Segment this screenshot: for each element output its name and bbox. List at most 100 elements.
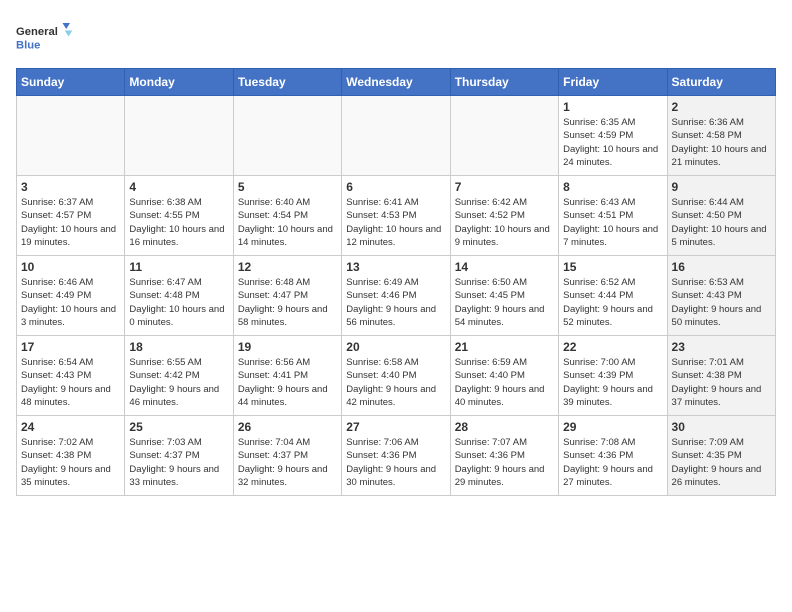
day-header-friday: Friday xyxy=(559,69,667,96)
day-number: 17 xyxy=(21,340,120,354)
day-number: 7 xyxy=(455,180,554,194)
calendar-cell: 19Sunrise: 6:56 AM Sunset: 4:41 PM Dayli… xyxy=(233,336,341,416)
day-number: 23 xyxy=(672,340,771,354)
calendar-cell xyxy=(17,96,125,176)
header: General Blue xyxy=(16,16,776,60)
calendar-cell: 18Sunrise: 6:55 AM Sunset: 4:42 PM Dayli… xyxy=(125,336,233,416)
day-info: Sunrise: 6:49 AM Sunset: 4:46 PM Dayligh… xyxy=(346,276,445,329)
day-number: 27 xyxy=(346,420,445,434)
day-info: Sunrise: 7:09 AM Sunset: 4:35 PM Dayligh… xyxy=(672,436,771,489)
day-number: 8 xyxy=(563,180,662,194)
calendar-week-row: 10 Sunrise: 6:46 AM Sunset: 4:49 PM Dayli… xyxy=(17,256,776,336)
day-number: 19 xyxy=(238,340,337,354)
calendar-cell: 21 Sunrise: 6:59 AM Sunset: 4:40 PM Dayli… xyxy=(450,336,558,416)
calendar-cell: 17 Sunrise: 6:54 AM Sunset: 4:43 PM Dayli… xyxy=(17,336,125,416)
day-info: Sunrise: 7:04 AM Sunset: 4:37 PM Dayligh… xyxy=(238,436,337,489)
calendar-cell: 24 Sunrise: 7:02 AM Sunset: 4:38 PM Dayli… xyxy=(17,416,125,496)
calendar-cell: 4Sunrise: 6:38 AM Sunset: 4:55 PM Daylig… xyxy=(125,176,233,256)
calendar-header-row: SundayMondayTuesdayWednesdayThursdayFrid… xyxy=(17,69,776,96)
day-info: Sunrise: 7:06 AM Sunset: 4:36 PM Dayligh… xyxy=(346,436,445,489)
day-number: 26 xyxy=(238,420,337,434)
calendar-cell: 20Sunrise: 6:58 AM Sunset: 4:40 PM Dayli… xyxy=(342,336,450,416)
calendar-cell: 28 Sunrise: 7:07 AM Sunset: 4:36 PM Dayli… xyxy=(450,416,558,496)
day-info: Sunrise: 6:52 AM Sunset: 4:44 PM Dayligh… xyxy=(563,276,662,329)
calendar-cell: 1 Sunrise: 6:35 AM Sunset: 4:59 PM Daylig… xyxy=(559,96,667,176)
day-info: Sunrise: 7:03 AM Sunset: 4:37 PM Dayligh… xyxy=(129,436,228,489)
day-number: 1 xyxy=(563,100,662,114)
day-number: 10 xyxy=(21,260,120,274)
calendar-cell: 22 Sunrise: 7:00 AM Sunset: 4:39 PM Dayli… xyxy=(559,336,667,416)
calendar-cell: 29Sunrise: 7:08 AM Sunset: 4:36 PM Dayli… xyxy=(559,416,667,496)
calendar-cell: 9 Sunrise: 6:44 AM Sunset: 4:50 PM Daylig… xyxy=(667,176,775,256)
calendar-week-row: 3 Sunrise: 6:37 AM Sunset: 4:57 PM Daylig… xyxy=(17,176,776,256)
day-info: Sunrise: 7:00 AM Sunset: 4:39 PM Dayligh… xyxy=(563,356,662,409)
day-info: Sunrise: 7:02 AM Sunset: 4:38 PM Dayligh… xyxy=(21,436,120,489)
day-info: Sunrise: 6:41 AM Sunset: 4:53 PM Dayligh… xyxy=(346,196,445,249)
day-number: 21 xyxy=(455,340,554,354)
day-info: Sunrise: 6:50 AM Sunset: 4:45 PM Dayligh… xyxy=(455,276,554,329)
calendar-cell: 26 Sunrise: 7:04 AM Sunset: 4:37 PM Dayli… xyxy=(233,416,341,496)
calendar-week-row: 17 Sunrise: 6:54 AM Sunset: 4:43 PM Dayli… xyxy=(17,336,776,416)
day-info: Sunrise: 6:54 AM Sunset: 4:43 PM Dayligh… xyxy=(21,356,120,409)
day-number: 12 xyxy=(238,260,337,274)
day-number: 9 xyxy=(672,180,771,194)
calendar-cell xyxy=(233,96,341,176)
day-info: Sunrise: 6:47 AM Sunset: 4:48 PM Dayligh… xyxy=(129,276,228,329)
day-info: Sunrise: 7:08 AM Sunset: 4:36 PM Dayligh… xyxy=(563,436,662,489)
day-number: 28 xyxy=(455,420,554,434)
calendar-week-row: 1 Sunrise: 6:35 AM Sunset: 4:59 PM Daylig… xyxy=(17,96,776,176)
calendar-cell: 2 Sunrise: 6:36 AM Sunset: 4:58 PM Daylig… xyxy=(667,96,775,176)
calendar-cell: 3 Sunrise: 6:37 AM Sunset: 4:57 PM Daylig… xyxy=(17,176,125,256)
day-number: 2 xyxy=(672,100,771,114)
calendar-cell: 7 Sunrise: 6:42 AM Sunset: 4:52 PM Daylig… xyxy=(450,176,558,256)
day-number: 11 xyxy=(129,260,228,274)
logo: General Blue xyxy=(16,16,76,60)
calendar-cell: 13 Sunrise: 6:49 AM Sunset: 4:46 PM Dayli… xyxy=(342,256,450,336)
day-number: 14 xyxy=(455,260,554,274)
calendar-cell: 30Sunrise: 7:09 AM Sunset: 4:35 PM Dayli… xyxy=(667,416,775,496)
calendar-cell: 16Sunrise: 6:53 AM Sunset: 4:43 PM Dayli… xyxy=(667,256,775,336)
day-header-sunday: Sunday xyxy=(17,69,125,96)
calendar-cell: 6 Sunrise: 6:41 AM Sunset: 4:53 PM Daylig… xyxy=(342,176,450,256)
day-info: Sunrise: 6:43 AM Sunset: 4:51 PM Dayligh… xyxy=(563,196,662,249)
calendar-cell: 5 Sunrise: 6:40 AM Sunset: 4:54 PM Daylig… xyxy=(233,176,341,256)
day-info: Sunrise: 6:36 AM Sunset: 4:58 PM Dayligh… xyxy=(672,116,771,169)
day-number: 5 xyxy=(238,180,337,194)
calendar-cell: 27 Sunrise: 7:06 AM Sunset: 4:36 PM Dayli… xyxy=(342,416,450,496)
day-number: 13 xyxy=(346,260,445,274)
calendar-cell: 14 Sunrise: 6:50 AM Sunset: 4:45 PM Dayli… xyxy=(450,256,558,336)
calendar-cell xyxy=(450,96,558,176)
calendar-cell: 15 Sunrise: 6:52 AM Sunset: 4:44 PM Dayli… xyxy=(559,256,667,336)
day-info: Sunrise: 7:07 AM Sunset: 4:36 PM Dayligh… xyxy=(455,436,554,489)
calendar-cell: 23 Sunrise: 7:01 AM Sunset: 4:38 PM Dayli… xyxy=(667,336,775,416)
calendar-cell: 11 Sunrise: 6:47 AM Sunset: 4:48 PM Dayli… xyxy=(125,256,233,336)
day-number: 3 xyxy=(21,180,120,194)
calendar-table: SundayMondayTuesdayWednesdayThursdayFrid… xyxy=(16,68,776,496)
svg-text:General: General xyxy=(16,26,58,38)
day-info: Sunrise: 6:42 AM Sunset: 4:52 PM Dayligh… xyxy=(455,196,554,249)
day-number: 22 xyxy=(563,340,662,354)
day-info: Sunrise: 6:40 AM Sunset: 4:54 PM Dayligh… xyxy=(238,196,337,249)
day-number: 15 xyxy=(563,260,662,274)
day-number: 25 xyxy=(129,420,228,434)
logo-svg: General Blue xyxy=(16,16,76,60)
day-number: 20 xyxy=(346,340,445,354)
day-header-thursday: Thursday xyxy=(450,69,558,96)
calendar-cell: 8 Sunrise: 6:43 AM Sunset: 4:51 PM Daylig… xyxy=(559,176,667,256)
calendar-cell: 25 Sunrise: 7:03 AM Sunset: 4:37 PM Dayli… xyxy=(125,416,233,496)
day-info: Sunrise: 6:44 AM Sunset: 4:50 PM Dayligh… xyxy=(672,196,771,249)
svg-text:Blue: Blue xyxy=(16,40,40,52)
calendar-cell: 12 Sunrise: 6:48 AM Sunset: 4:47 PM Dayli… xyxy=(233,256,341,336)
day-info: Sunrise: 6:37 AM Sunset: 4:57 PM Dayligh… xyxy=(21,196,120,249)
day-info: Sunrise: 6:35 AM Sunset: 4:59 PM Dayligh… xyxy=(563,116,662,169)
day-number: 6 xyxy=(346,180,445,194)
day-info: Sunrise: 6:46 AM Sunset: 4:49 PM Dayligh… xyxy=(21,276,120,329)
day-header-tuesday: Tuesday xyxy=(233,69,341,96)
calendar-cell: 10 Sunrise: 6:46 AM Sunset: 4:49 PM Dayli… xyxy=(17,256,125,336)
calendar-week-row: 24 Sunrise: 7:02 AM Sunset: 4:38 PM Dayli… xyxy=(17,416,776,496)
day-info: Sunrise: 6:55 AM Sunset: 4:42 PM Dayligh… xyxy=(129,356,228,409)
day-info: Sunrise: 6:48 AM Sunset: 4:47 PM Dayligh… xyxy=(238,276,337,329)
day-info: Sunrise: 6:59 AM Sunset: 4:40 PM Dayligh… xyxy=(455,356,554,409)
day-number: 24 xyxy=(21,420,120,434)
day-info: Sunrise: 7:01 AM Sunset: 4:38 PM Dayligh… xyxy=(672,356,771,409)
